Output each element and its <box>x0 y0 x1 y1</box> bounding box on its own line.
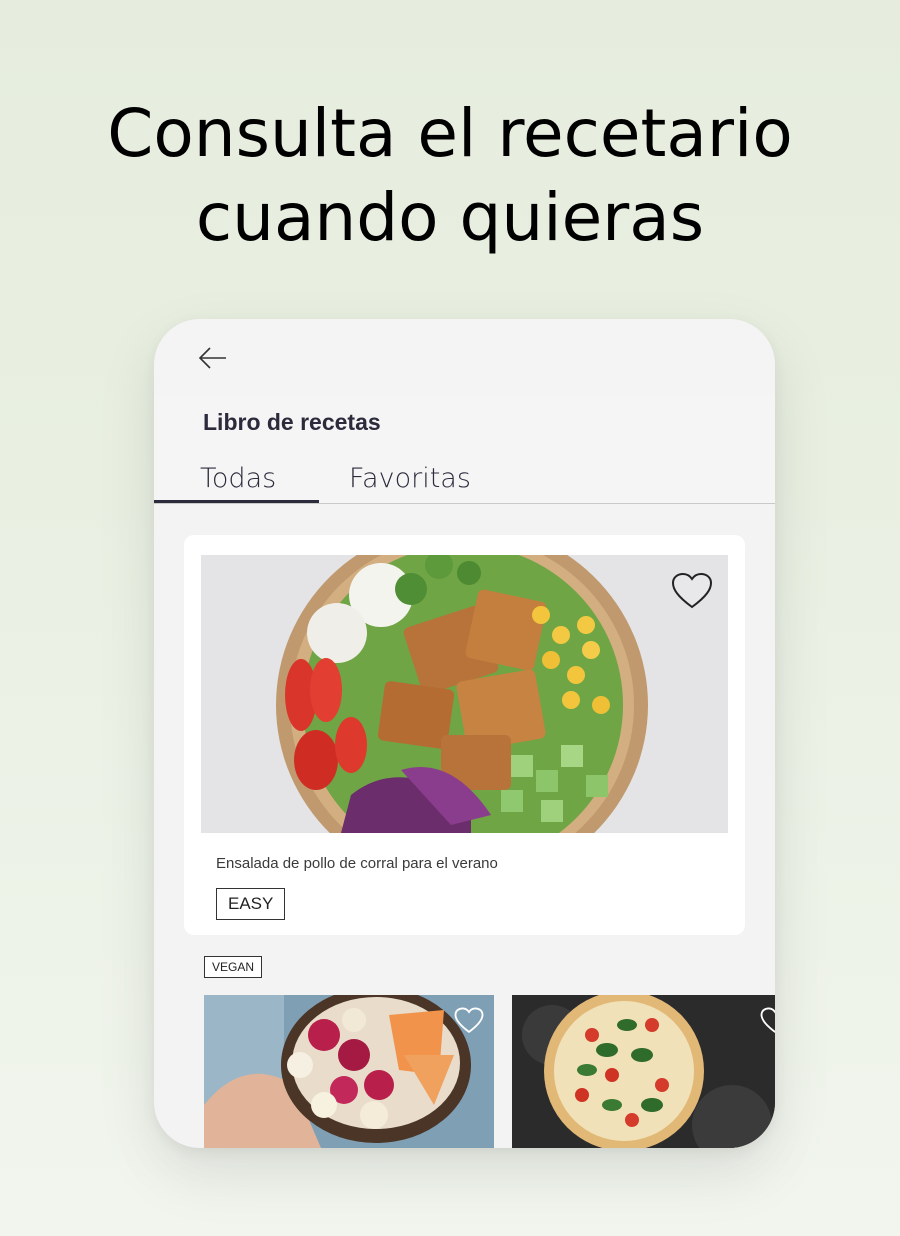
recipe-thumbnail-smoothie-bowl[interactable] <box>204 995 494 1148</box>
headline-line-1: Consulta el recetario <box>107 95 793 172</box>
recipe-thumbnail-pizza[interactable] <box>512 995 775 1148</box>
phone-screen: Libro de recetas Todas Favoritas Ensalad… <box>154 319 775 1148</box>
recipe-title: Ensalada de pollo de corral para el vera… <box>216 855 498 872</box>
featured-recipe-card[interactable]: Ensalada de pollo de corral para el vera… <box>184 535 745 935</box>
back-button[interactable] <box>198 345 228 371</box>
headline-line-2: cuando quieras <box>195 179 705 256</box>
favorite-heart-icon[interactable] <box>671 572 713 610</box>
vegan-tag: VEGAN <box>204 956 263 978</box>
salad-bowl-image <box>201 555 728 833</box>
tab-divider <box>154 503 775 504</box>
tab-favoritas[interactable]: Favoritas <box>349 463 471 494</box>
tab-todas[interactable]: Todas <box>200 463 276 494</box>
favorite-heart-icon[interactable] <box>454 1007 484 1034</box>
page-title: Libro de recetas <box>203 409 381 435</box>
arrow-left-icon <box>198 347 226 369</box>
headline: Consulta el recetario cuando quieras <box>0 92 900 260</box>
difficulty-badge: EASY <box>216 888 286 920</box>
favorite-heart-icon[interactable] <box>760 1007 775 1034</box>
app-top-bar <box>154 319 775 395</box>
